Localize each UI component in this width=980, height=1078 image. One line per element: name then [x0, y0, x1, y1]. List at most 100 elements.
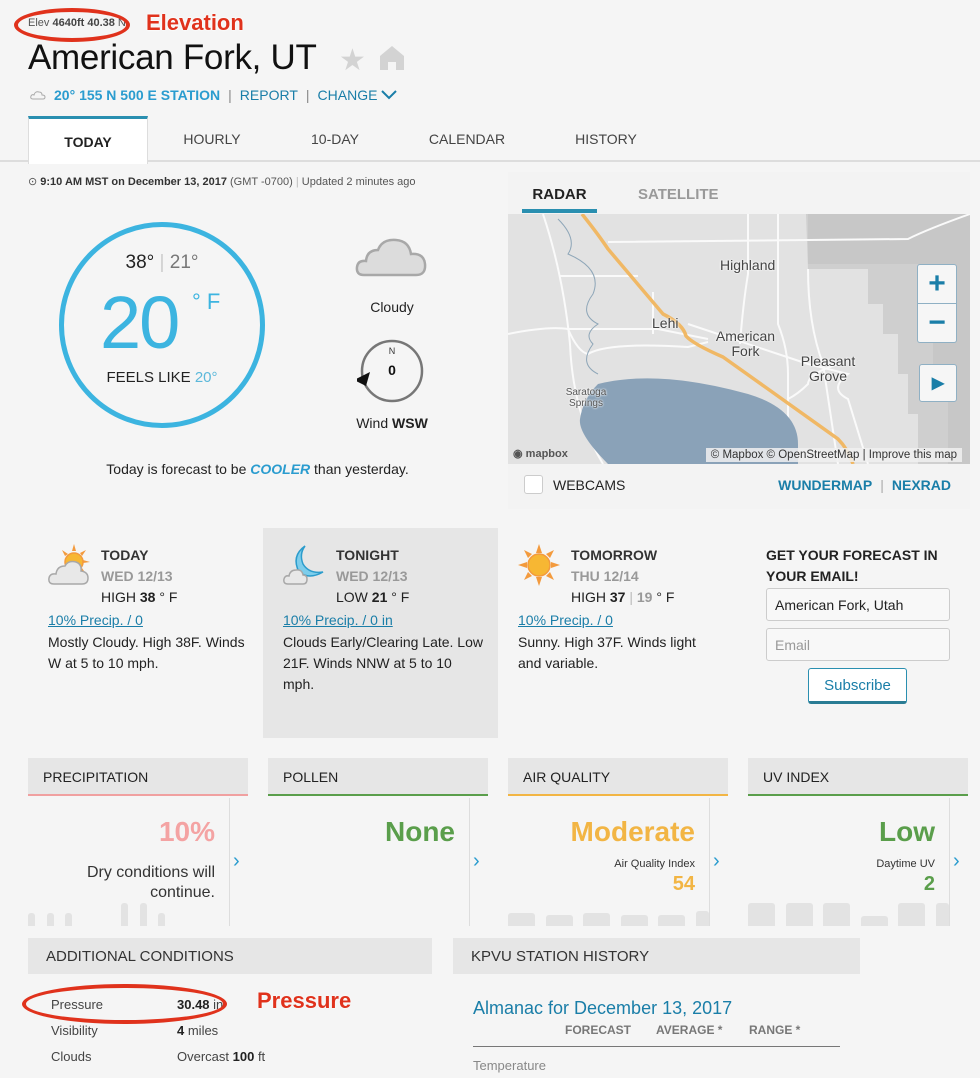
pollen-module[interactable]: POLLEN None ›	[268, 758, 488, 926]
station-bar: 20° 155 N 500 E STATION | REPORT | CHANG…	[30, 87, 398, 103]
tab-10-day[interactable]: 10-DAY	[285, 116, 385, 162]
precip-value: 10%	[158, 816, 215, 847]
feels-like: FEELS LIKE 20°	[59, 369, 265, 386]
precip-bar	[65, 913, 72, 926]
chevron-right-icon[interactable]: ›	[233, 850, 240, 873]
divider	[473, 1046, 840, 1047]
precip-bar	[47, 913, 54, 926]
comparison-word: COOLER	[250, 461, 311, 477]
chevron-right-icon[interactable]: ›	[713, 850, 720, 873]
play-animation-button[interactable]: ▶	[919, 364, 957, 402]
tab-calendar[interactable]: CALENDAR	[417, 116, 517, 162]
clouds-height: 100	[232, 1049, 255, 1064]
star-icon[interactable]: ★	[339, 43, 366, 78]
uv-index-module[interactable]: UV INDEX Low Daytime UV 2 ›	[748, 758, 968, 926]
condition-label: Cloudy	[370, 299, 414, 315]
separator: |	[295, 176, 299, 188]
precip-link[interactable]: 10% Precip. / 0	[48, 612, 143, 628]
tab-hourly[interactable]: HOURLY	[162, 116, 262, 162]
temp-unit: ° F	[391, 589, 410, 605]
wundermap-link[interactable]: WUNDERMAP	[778, 477, 872, 493]
precip-link[interactable]: 10% Precip. / 0	[518, 612, 613, 628]
tab-satellite[interactable]: SATELLITE	[638, 186, 719, 203]
precip-link[interactable]: 10% Precip. / 0 in	[283, 612, 393, 628]
station-name: 155 N 500 E STATION	[79, 87, 221, 103]
uv-bar	[823, 903, 850, 926]
clock-icon: ⊙	[28, 176, 38, 188]
home-icon[interactable]	[379, 45, 405, 76]
precipitation-module[interactable]: PRECIPITATION 10% Dry conditions will co…	[28, 758, 248, 926]
zoom-out-button[interactable]: −	[917, 304, 957, 343]
today-high: 38°	[125, 252, 155, 273]
forecast-period: TONIGHT	[336, 547, 399, 563]
change-station-button[interactable]: CHANGE	[318, 87, 398, 103]
report-link[interactable]: REPORT	[240, 87, 298, 103]
compass-north: N	[389, 346, 396, 356]
map-label-pleasant-grove: Pleasant Grove	[800, 353, 856, 384]
temperature-unit: ° F	[192, 289, 221, 314]
uv-category: Low	[879, 816, 935, 847]
precip-bar	[121, 903, 128, 926]
map-label-highland: Highland	[720, 257, 776, 273]
comparison-text: Today is forecast to be COOLER than yest…	[30, 461, 485, 477]
updated-text: Updated 2 minutes ago	[301, 176, 416, 188]
module-title: UV INDEX	[748, 758, 968, 796]
current-temperature: 20	[100, 281, 180, 364]
subscribe-button[interactable]: Subscribe	[808, 668, 907, 704]
precip-bar	[28, 913, 35, 926]
separator: |	[305, 87, 310, 103]
forecast-period: TOMORROW	[571, 547, 658, 563]
visibility-value: 4 miles	[177, 1023, 218, 1038]
mapbox-logo[interactable]: ◉ mapbox	[513, 447, 568, 460]
separator: |	[629, 589, 633, 605]
divider	[469, 798, 470, 926]
forecast-low: 19	[636, 589, 653, 605]
aqi-category: Moderate	[570, 816, 695, 847]
email-signup-card: GET YOUR FORECAST IN YOUR EMAIL! America…	[748, 528, 968, 738]
forecast-description: Clouds Early/Clearing Late. Low 21F. Win…	[283, 634, 483, 692]
elevation-annotation-oval	[14, 8, 130, 42]
chevron-down-icon	[381, 87, 398, 103]
partly-cloudy-icon	[48, 544, 92, 591]
almanac-title[interactable]: Almanac for December 13, 2017	[473, 998, 732, 1019]
uv-value: 2	[923, 873, 935, 895]
map-label-lehi: Lehi	[652, 315, 679, 331]
chevron-right-icon[interactable]: ›	[473, 850, 480, 873]
forecast-period: TODAY	[101, 547, 149, 563]
webcams-toggle[interactable]: WEBCAMS	[524, 475, 625, 494]
wind-text: Wind	[356, 415, 389, 431]
webcams-checkbox[interactable]	[524, 475, 543, 494]
station-link[interactable]: 20° 155 N 500 E STATION	[54, 87, 220, 103]
forecast-header: TONIGHT WED 12/13 LOW 21 ° F	[336, 545, 409, 608]
elevation-annotation: Elevation	[146, 10, 244, 35]
location-input[interactable]: American Fork, Utah	[766, 588, 950, 621]
visibility-unit: miles	[184, 1023, 219, 1038]
map-attribution[interactable]: © Mapbox © OpenStreetMap | Improve this …	[705, 448, 962, 462]
air-quality-module[interactable]: AIR QUALITY Moderate Air Quality Index 5…	[508, 758, 728, 926]
clouds-type: Overcast	[177, 1049, 233, 1064]
nexrad-link[interactable]: NEXRAD	[892, 477, 951, 493]
temp-label: HIGH	[101, 589, 136, 605]
forecast-card-tonight: TONIGHT WED 12/13 LOW 21 ° F 10% Precip.…	[263, 528, 498, 738]
tab-bar: TODAY HOURLY 10-DAY CALENDAR HISTORY	[0, 116, 980, 164]
clouds-label: Clouds	[51, 1049, 92, 1064]
email-input[interactable]: Email	[766, 628, 950, 661]
map-links: WUNDERMAP | NEXRAD	[778, 477, 951, 493]
module-title: AIR QUALITY	[508, 758, 728, 796]
column-average: AVERAGE *	[656, 1023, 723, 1037]
tab-history[interactable]: HISTORY	[556, 116, 656, 162]
forecast-temp: 37	[609, 589, 626, 605]
uv-bar	[936, 903, 949, 926]
timezone: (GMT -0700)	[230, 176, 293, 188]
tab-radar[interactable]: RADAR	[522, 186, 597, 213]
module-title: POLLEN	[268, 758, 488, 796]
divider	[709, 798, 710, 926]
forecast-date: WED 12/13	[101, 568, 173, 584]
chevron-right-icon[interactable]: ›	[953, 850, 960, 873]
tab-today[interactable]: TODAY	[28, 116, 148, 164]
radar-map[interactable]: Highland Lehi American Fork Pleasant Gro…	[508, 214, 970, 464]
visibility-label: Visibility	[51, 1023, 98, 1038]
forecast-card-tomorrow: TOMORROW THU 12/14 HIGH 37 | 19 ° F 10% …	[498, 528, 733, 738]
zoom-in-button[interactable]: +	[917, 264, 957, 304]
module-title: PRECIPITATION	[28, 758, 248, 796]
